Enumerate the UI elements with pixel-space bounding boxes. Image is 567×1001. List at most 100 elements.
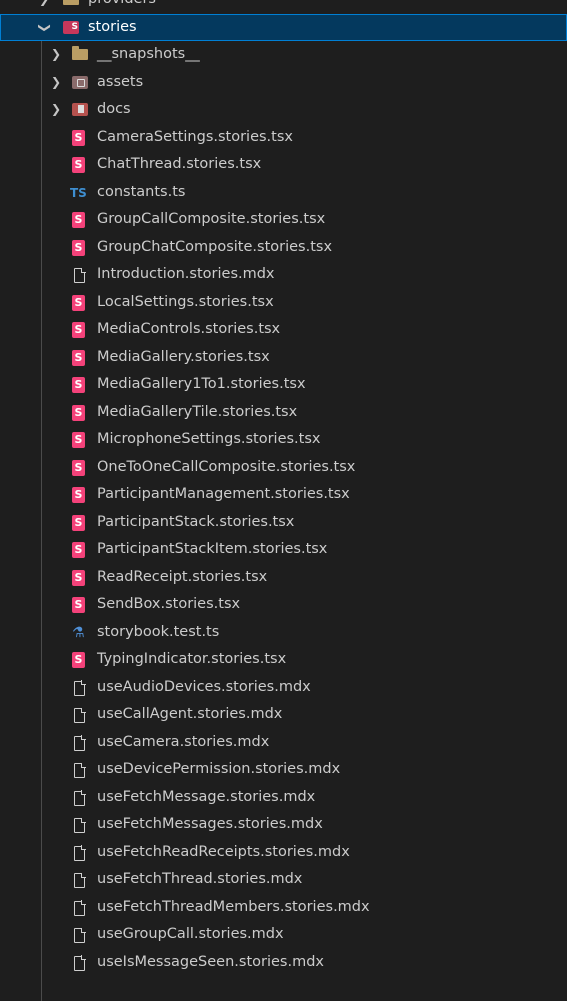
tree-item-stories[interactable]: ❯ stories [0, 13, 567, 41]
tree-item-providers[interactable]: ❯ providers [0, 0, 567, 14]
tree-item-label: stories [88, 18, 137, 35]
tree-item-file[interactable]: S ParticipantManagement.stories.tsx [0, 481, 567, 509]
document-icon [74, 680, 86, 696]
tree-item-file[interactable]: S SendBox.stories.tsx [0, 591, 567, 619]
tree-item-label: useFetchThread.stories.mdx [97, 871, 303, 887]
tree-item-file[interactable]: TS constants.ts [0, 179, 567, 207]
tree-item-label: useGroupCall.stories.mdx [97, 926, 284, 942]
tree-item-label: useCallAgent.stories.mdx [97, 706, 283, 722]
tree-item-label: MediaGallery.stories.tsx [97, 348, 270, 365]
tree-item-label: providers [88, 0, 156, 14]
tree-item-label: useFetchMessage.stories.mdx [97, 788, 316, 805]
storybook-icon: S [72, 157, 85, 173]
document-icon [74, 927, 86, 943]
storybook-icon: S [72, 349, 85, 366]
tree-item-label: SendBox.stories.tsx [97, 596, 241, 612]
tree-item-label: __snapshots__ [97, 46, 200, 62]
storybook-icon: S [72, 569, 85, 586]
storybook-icon: S [72, 322, 85, 338]
chevron-right-icon[interactable]: ❯ [36, 0, 52, 14]
tree-item-file[interactable]: S ParticipantStack.stories.tsx [0, 509, 567, 537]
tree-item-file[interactable]: useCamera.stories.mdx [0, 729, 567, 757]
tree-item-file[interactable]: useFetchThread.stories.mdx [0, 866, 567, 894]
tree-item-label: GroupChatComposite.stories.tsx [97, 238, 333, 255]
storybook-icon: S [72, 459, 85, 476]
tree-item-label: useCamera.stories.mdx [97, 733, 270, 750]
tree-item-label: MediaGallery1To1.stories.tsx [97, 376, 306, 392]
tree-item-file[interactable]: useCallAgent.stories.mdx [0, 701, 567, 729]
storybook-icon: S [72, 404, 85, 421]
chevron-down-icon[interactable]: ❯ [30, 19, 58, 35]
tree-item-file[interactable]: useIsMessageSeen.stories.mdx [0, 949, 567, 977]
tree-item-label: MediaControls.stories.tsx [97, 321, 281, 337]
tree-item-file[interactable]: useFetchThreadMembers.stories.mdx [0, 894, 567, 922]
document-icon [74, 735, 86, 751]
tree-item-file[interactable]: S OneToOneCallComposite.stories.tsx [0, 454, 567, 482]
chevron-right-icon[interactable]: ❯ [48, 69, 64, 97]
tree-item-label: OneToOneCallComposite.stories.tsx [97, 458, 356, 475]
file-list: S CameraSettings.stories.tsx S ChatThread.s… [0, 124, 567, 977]
tree-item-label: ParticipantStack.stories.tsx [97, 513, 295, 530]
tree-item-file[interactable]: S TypingIndicator.stories.tsx [0, 646, 567, 674]
typescript-icon: TS [70, 185, 87, 200]
document-icon [74, 790, 86, 806]
storybook-icon: S [72, 432, 85, 448]
document-icon [74, 267, 86, 283]
tree-item-file[interactable]: useFetchMessage.stories.mdx [0, 784, 567, 812]
tree-item-label: useAudioDevices.stories.mdx [97, 678, 311, 695]
tree-item-file[interactable]: S LocalSettings.stories.tsx [0, 289, 567, 317]
tree-item-file[interactable]: useGroupCall.stories.mdx [0, 921, 567, 949]
tree-item-file[interactable]: S MicrophoneSettings.stories.tsx [0, 426, 567, 454]
tree-item-file[interactable]: S ChatThread.stories.tsx [0, 151, 567, 179]
storybook-icon: S [72, 129, 85, 146]
tree-item-label: constants.ts [97, 183, 186, 200]
tree-item-file[interactable]: useDevicePermission.stories.mdx [0, 756, 567, 784]
storybook-icon: S [72, 239, 85, 256]
test-flask-icon: ⚗ [72, 624, 85, 641]
storybook-icon: S [72, 514, 85, 531]
storybook-icon: S [72, 597, 85, 613]
chevron-right-icon[interactable]: ❯ [48, 41, 64, 69]
tree-item-file[interactable]: S MediaControls.stories.tsx [0, 316, 567, 344]
storybook-icon: S [72, 377, 85, 393]
tree-item-label: useFetchThreadMembers.stories.mdx [97, 898, 370, 915]
chevron-right-icon[interactable]: ❯ [48, 96, 64, 124]
tree-item-file[interactable]: S CameraSettings.stories.tsx [0, 124, 567, 152]
tree-item-assets[interactable]: ❯ assets [0, 69, 567, 97]
document-icon [74, 872, 86, 888]
folder-icon [72, 46, 88, 60]
stories-children: ❯ __snapshots__ ❯ assets ❯ docs S CameraS… [0, 41, 567, 1001]
tree-item-file[interactable]: useFetchReadReceipts.stories.mdx [0, 839, 567, 867]
tree-item-file[interactable]: useFetchMessages.stories.mdx [0, 811, 567, 839]
tree-item-snapshots[interactable]: ❯ __snapshots__ [0, 41, 567, 69]
tree-item-label: MediaGalleryTile.stories.tsx [97, 403, 298, 420]
tree-item-file[interactable]: ⚗ storybook.test.ts [0, 619, 567, 647]
document-icon [74, 817, 86, 833]
tree-item-file[interactable]: S MediaGalleryTile.stories.tsx [0, 399, 567, 427]
tree-item-label: assets [97, 73, 144, 90]
tree-item-label: storybook.test.ts [97, 623, 220, 640]
tree-item-file[interactable]: useAudioDevices.stories.mdx [0, 674, 567, 702]
storybook-icon: S [72, 212, 85, 228]
tree-item-label: CameraSettings.stories.tsx [97, 128, 293, 145]
storybook-icon: S [72, 487, 85, 503]
tree-item-file[interactable]: S MediaGallery.stories.tsx [0, 344, 567, 372]
document-icon [74, 845, 86, 861]
tree-item-file[interactable]: S MediaGallery1To1.stories.tsx [0, 371, 567, 399]
tree-item-label: LocalSettings.stories.tsx [97, 293, 274, 310]
tree-item-label: docs [97, 101, 131, 117]
tree-item-label: TypingIndicator.stories.tsx [97, 651, 287, 667]
document-icon [74, 707, 86, 723]
tree-item-file[interactable]: S GroupChatComposite.stories.tsx [0, 234, 567, 262]
assets-folder-icon [72, 75, 88, 89]
storybook-icon: S [72, 652, 85, 668]
storybook-icon: S [72, 294, 85, 311]
tree-item-file[interactable]: Introduction.stories.mdx [0, 261, 567, 289]
tree-item-docs[interactable]: ❯ docs [0, 96, 567, 124]
storybook-folder-icon [63, 20, 79, 34]
tree-item-file[interactable]: S ReadReceipt.stories.tsx [0, 564, 567, 592]
tree-item-file[interactable]: S ParticipantStackItem.stories.tsx [0, 536, 567, 564]
document-icon [74, 955, 86, 971]
docs-folder-icon [72, 103, 88, 116]
tree-item-file[interactable]: S GroupCallComposite.stories.tsx [0, 206, 567, 234]
